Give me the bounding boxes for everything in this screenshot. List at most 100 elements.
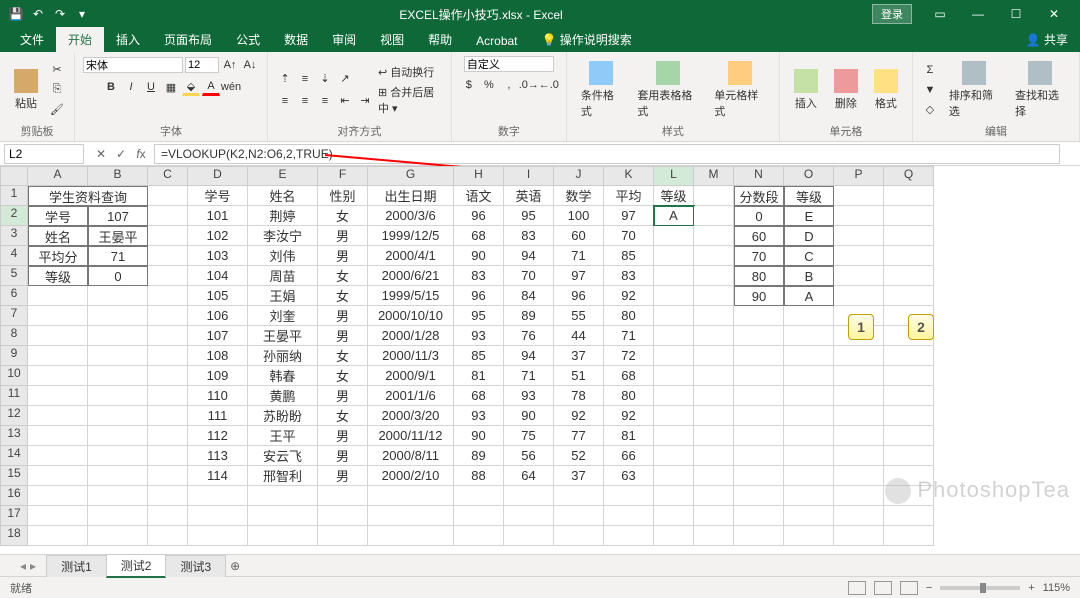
align-center-icon[interactable]: ≡ xyxy=(296,92,314,110)
cell-J4[interactable]: 71 xyxy=(554,246,604,266)
cell-O11[interactable] xyxy=(784,386,834,406)
cell-M15[interactable] xyxy=(694,466,734,486)
cell-H18[interactable] xyxy=(454,526,504,546)
cell-A8[interactable] xyxy=(28,326,88,346)
cell-E10[interactable]: 韩春 xyxy=(248,366,318,386)
tab-file[interactable]: 文件 xyxy=(8,27,56,52)
cell-C6[interactable] xyxy=(148,286,188,306)
formula-bar[interactable]: =VLOOKUP(K2,N2:O6,2,TRUE) xyxy=(154,144,1060,164)
cell-O6[interactable]: A xyxy=(784,286,834,306)
cell-C18[interactable] xyxy=(148,526,188,546)
cell-O12[interactable] xyxy=(784,406,834,426)
cell-C7[interactable] xyxy=(148,306,188,326)
cell-M3[interactable] xyxy=(694,226,734,246)
cell-A5[interactable]: 等级 xyxy=(28,266,88,286)
cell-K3[interactable]: 70 xyxy=(604,226,654,246)
increase-font-icon[interactable]: A↑ xyxy=(221,56,239,74)
cell-M10[interactable] xyxy=(694,366,734,386)
cell-F5[interactable]: 女 xyxy=(318,266,368,286)
phonetic-button[interactable]: wén xyxy=(222,78,240,96)
cell-D17[interactable] xyxy=(188,506,248,526)
cell-O2[interactable]: E xyxy=(784,206,834,226)
cell-A12[interactable] xyxy=(28,406,88,426)
cell-H3[interactable]: 68 xyxy=(454,226,504,246)
cell-J3[interactable]: 60 xyxy=(554,226,604,246)
cell-O1[interactable]: 等级 xyxy=(784,186,834,206)
cell-L6[interactable] xyxy=(654,286,694,306)
font-color-button[interactable]: A xyxy=(202,78,220,96)
cell-A15[interactable] xyxy=(28,466,88,486)
cell-F11[interactable]: 男 xyxy=(318,386,368,406)
cell-J11[interactable]: 78 xyxy=(554,386,604,406)
cell-G13[interactable]: 2000/11/12 xyxy=(368,426,454,446)
tab-help[interactable]: 帮助 xyxy=(416,27,464,52)
col-header-A[interactable]: A xyxy=(28,166,88,186)
cell-Q1[interactable] xyxy=(884,186,934,206)
col-header-Q[interactable]: Q xyxy=(884,166,934,186)
cell-K5[interactable]: 83 xyxy=(604,266,654,286)
cell-F9[interactable]: 女 xyxy=(318,346,368,366)
cell-F3[interactable]: 男 xyxy=(318,226,368,246)
comma-icon[interactable]: , xyxy=(500,76,518,94)
col-header-O[interactable]: O xyxy=(784,166,834,186)
row-header-6[interactable]: 6 xyxy=(0,286,28,306)
row-header-14[interactable]: 14 xyxy=(0,446,28,466)
cell-A4[interactable]: 平均分 xyxy=(28,246,88,266)
font-name-input[interactable] xyxy=(83,57,183,73)
cell-H16[interactable] xyxy=(454,486,504,506)
cell-F6[interactable]: 女 xyxy=(318,286,368,306)
cell-P12[interactable] xyxy=(834,406,884,426)
copy-icon[interactable]: ⎘ xyxy=(48,81,66,99)
cell-Q13[interactable] xyxy=(884,426,934,446)
cell-H11[interactable]: 68 xyxy=(454,386,504,406)
cell-B13[interactable] xyxy=(88,426,148,446)
ribbon-options-icon[interactable]: ▭ xyxy=(922,4,958,24)
cell-D2[interactable]: 101 xyxy=(188,206,248,226)
sheet-tab-1[interactable]: 测试1 xyxy=(46,555,107,577)
italic-button[interactable]: I xyxy=(122,78,140,96)
cell-E4[interactable]: 刘伟 xyxy=(248,246,318,266)
cell-G16[interactable] xyxy=(368,486,454,506)
number-format-select[interactable] xyxy=(464,56,554,72)
cell-O7[interactable] xyxy=(784,306,834,326)
cell-B15[interactable] xyxy=(88,466,148,486)
cell-C12[interactable] xyxy=(148,406,188,426)
cell-D7[interactable]: 106 xyxy=(188,306,248,326)
cell-P10[interactable] xyxy=(834,366,884,386)
cell-E17[interactable] xyxy=(248,506,318,526)
cell-K16[interactable] xyxy=(604,486,654,506)
row-header-5[interactable]: 5 xyxy=(0,266,28,286)
row-header-9[interactable]: 9 xyxy=(0,346,28,366)
cell-J12[interactable]: 92 xyxy=(554,406,604,426)
cell-J16[interactable] xyxy=(554,486,604,506)
align-right-icon[interactable]: ≡ xyxy=(316,92,334,110)
cell-G11[interactable]: 2001/1/6 xyxy=(368,386,454,406)
row-header-3[interactable]: 3 xyxy=(0,226,28,246)
cell-I5[interactable]: 70 xyxy=(504,266,554,286)
normal-view-icon[interactable] xyxy=(848,581,866,595)
cell-Q3[interactable] xyxy=(884,226,934,246)
cell-A18[interactable] xyxy=(28,526,88,546)
cell-J5[interactable]: 97 xyxy=(554,266,604,286)
cell-D12[interactable]: 111 xyxy=(188,406,248,426)
cell-E13[interactable]: 王平 xyxy=(248,426,318,446)
cell-Q5[interactable] xyxy=(884,266,934,286)
cell-I10[interactable]: 71 xyxy=(504,366,554,386)
cell-G4[interactable]: 2000/4/1 xyxy=(368,246,454,266)
paste-button[interactable]: 粘贴 xyxy=(8,67,44,113)
cell-A10[interactable] xyxy=(28,366,88,386)
cell-M7[interactable] xyxy=(694,306,734,326)
cell-P9[interactable] xyxy=(834,346,884,366)
cell-A7[interactable] xyxy=(28,306,88,326)
cell-F16[interactable] xyxy=(318,486,368,506)
cell-Q18[interactable] xyxy=(884,526,934,546)
cell-E2[interactable]: 荆婷 xyxy=(248,206,318,226)
cell-E16[interactable] xyxy=(248,486,318,506)
cell-G7[interactable]: 2000/10/10 xyxy=(368,306,454,326)
cell-N10[interactable] xyxy=(734,366,784,386)
cell-D3[interactable]: 102 xyxy=(188,226,248,246)
redo-icon[interactable]: ↷ xyxy=(52,6,68,22)
cell-L7[interactable] xyxy=(654,306,694,326)
cell-H4[interactable]: 90 xyxy=(454,246,504,266)
cell-N13[interactable] xyxy=(734,426,784,446)
